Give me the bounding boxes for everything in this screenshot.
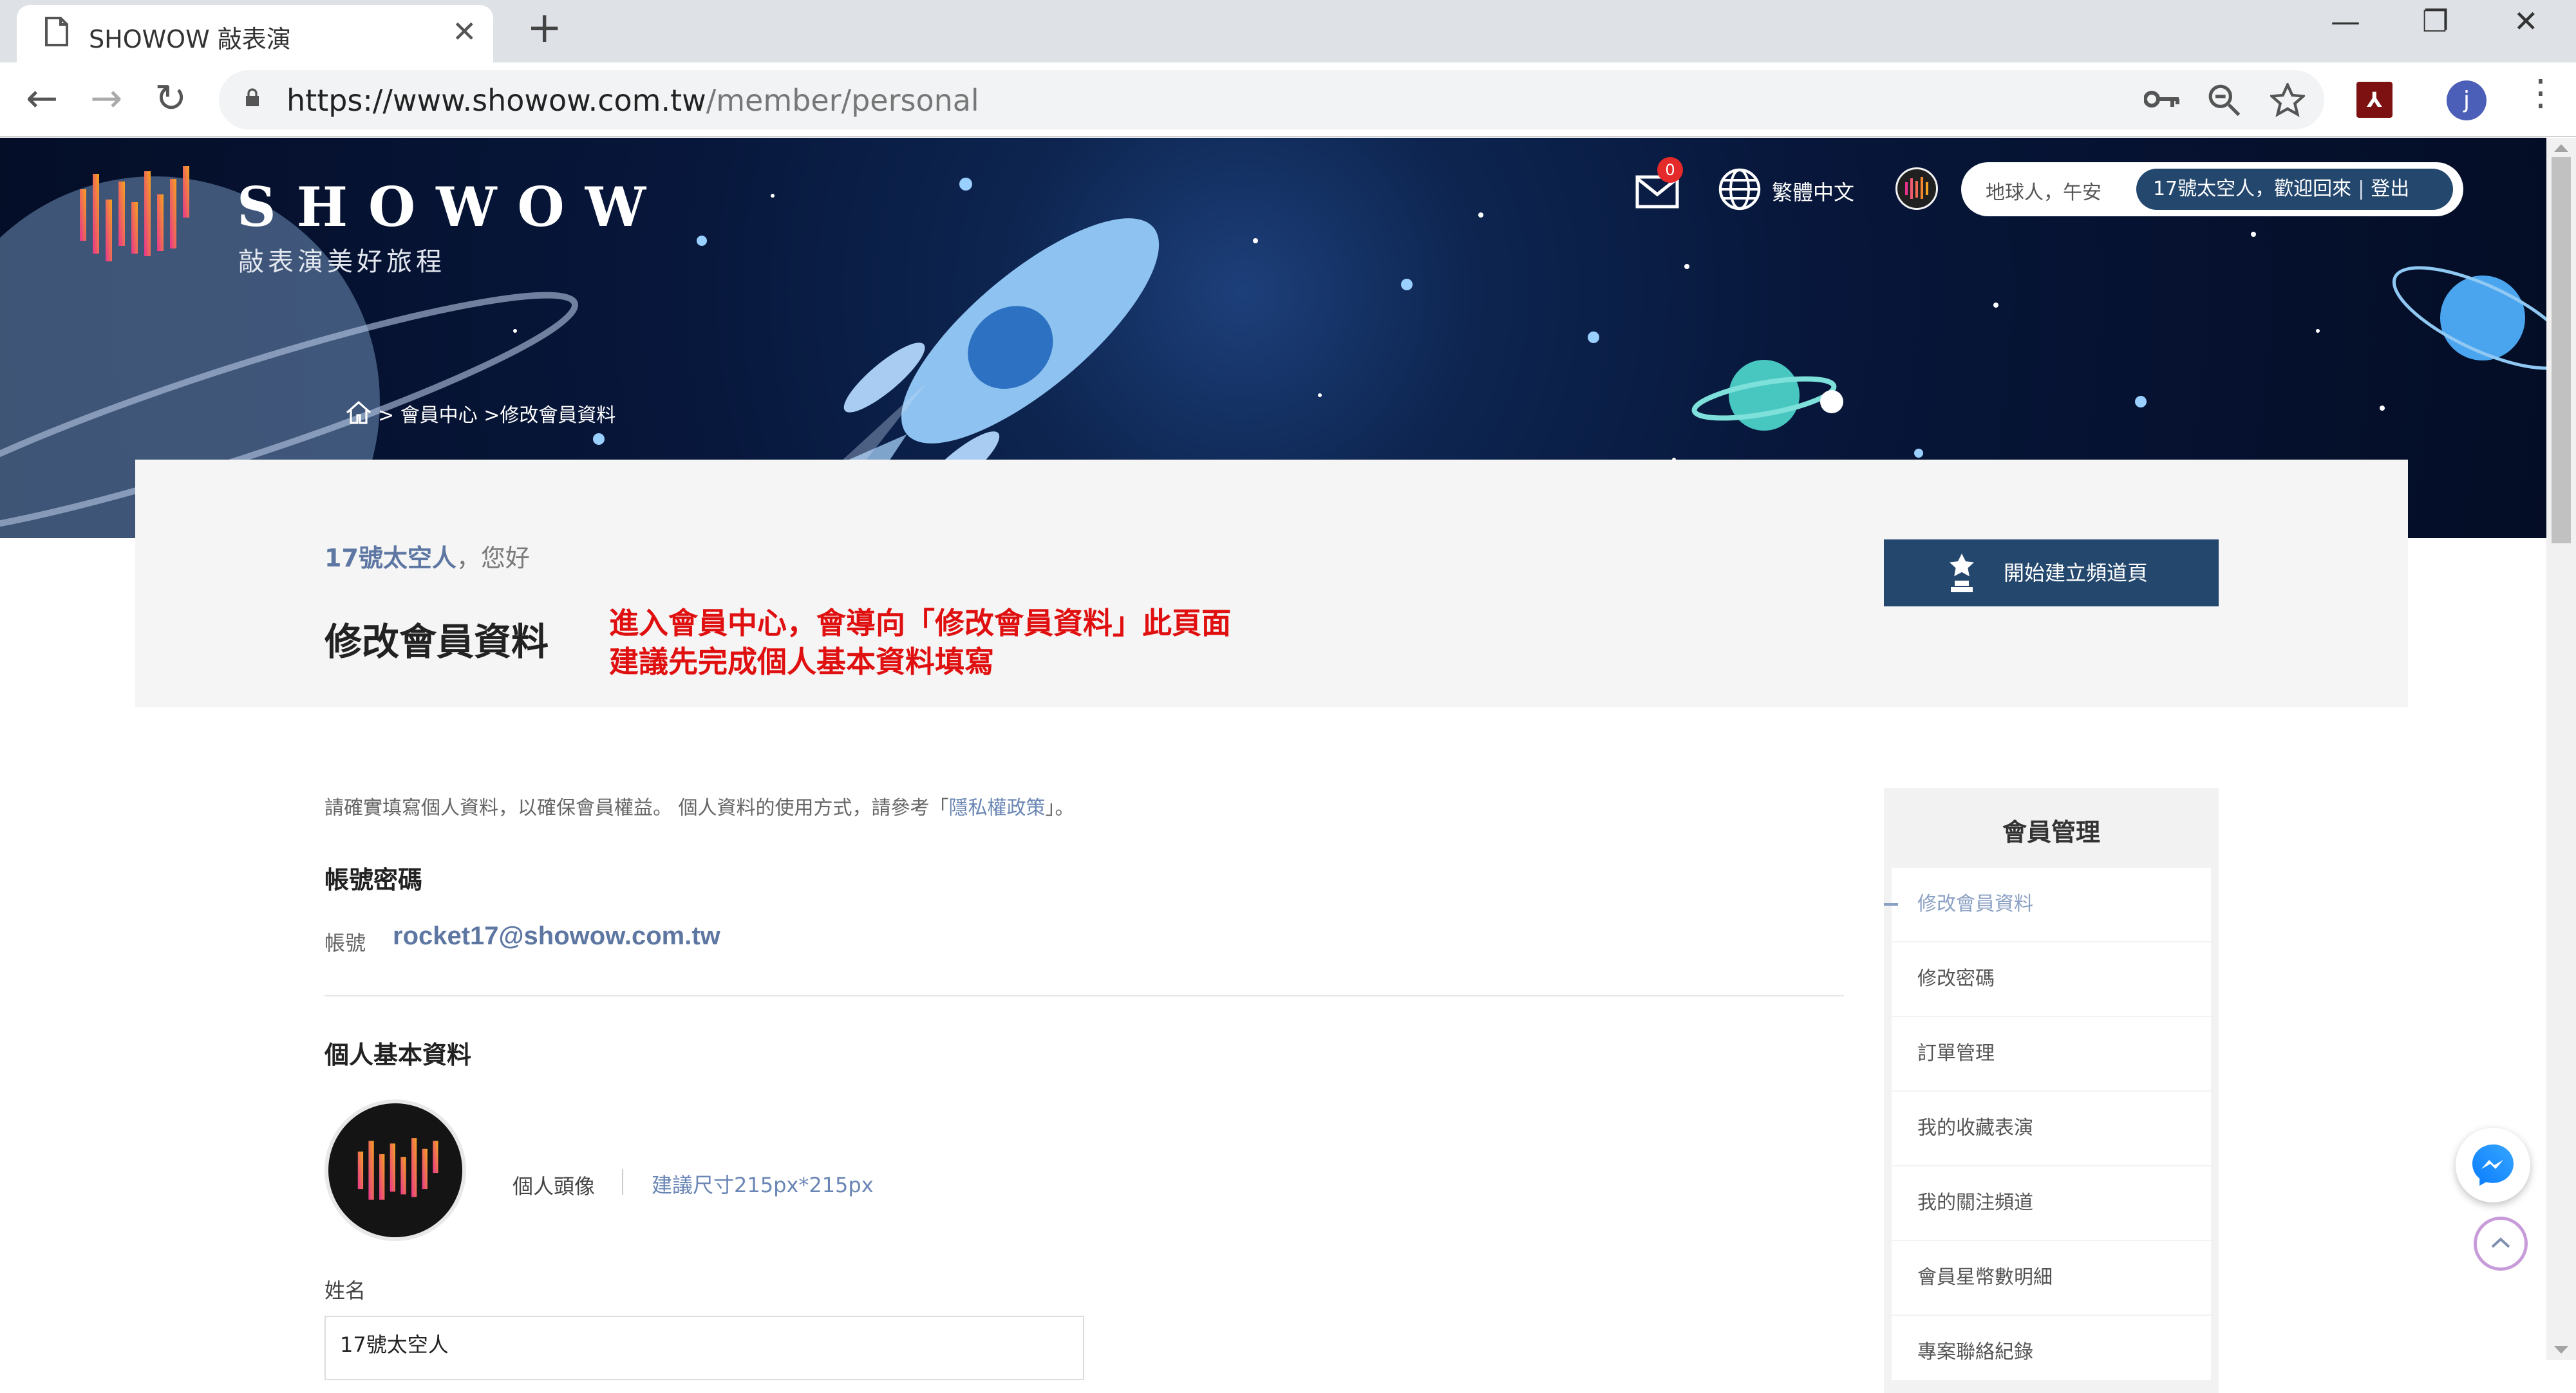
sidebar-item-star-coins[interactable]: 會員星幣數明細 [1892, 1241, 2211, 1314]
account-email: rocket17@showow.com.tw [393, 922, 720, 950]
pdf-extension-icon[interactable]: ⅄ [2356, 82, 2393, 118]
reload-icon[interactable]: ↻ [155, 79, 187, 118]
scroll-down-icon[interactable] [2554, 1346, 2568, 1354]
intro-text: 請確實填寫個人資料，以確保會員權益。 個人資料的使用方式，請參考「隱私權政策」。 [324, 792, 1075, 820]
separator [622, 1169, 623, 1195]
messenger-icon [2472, 1144, 2514, 1186]
privacy-policy-link[interactable]: 隱私權政策 [949, 797, 1046, 819]
hello-text: 17號太空人，您好 [324, 538, 530, 574]
sidebar-item-followed-channels[interactable]: 我的關注頻道 [1892, 1166, 2211, 1240]
forward-icon[interactable]: → [90, 79, 122, 118]
url-text: https://www.showow.com.tw/member/persona… [287, 83, 979, 118]
sidebar-item-change-password[interactable]: 修改密碼 [1892, 942, 2211, 1016]
page-title: 修改會員資料 [324, 620, 549, 664]
key-icon[interactable] [2144, 83, 2180, 115]
browser-tab-bar: SHOWOW 敲表演 ✕ + — ❐ ✕ [0, 0, 2576, 62]
intro-suffix: 」。 [1045, 797, 1075, 819]
minimize-icon[interactable]: — [2331, 4, 2360, 39]
annotation-line: 進入會員中心，會導向「修改會員資料」此頁面 [609, 606, 1231, 640]
separator: | [2358, 178, 2365, 200]
user-avatar-small[interactable] [1895, 167, 1938, 210]
sidebar-item-edit-profile[interactable]: 修改會員資料 [1884, 868, 2211, 941]
menu-icon[interactable]: ⋮ [2523, 75, 2559, 111]
personal-section-title: 個人基本資料 [324, 1041, 472, 1069]
close-window-icon[interactable]: ✕ [2514, 4, 2539, 39]
chevron-up-icon [2491, 1237, 2510, 1248]
create-channel-label: 開始建立頻道頁 [2004, 561, 2148, 585]
browser-toolbar: ← → ↻ https://www.showow.com.tw/member/p… [0, 62, 2576, 137]
profile-avatar-large[interactable] [324, 1099, 466, 1241]
home-icon[interactable] [344, 400, 373, 425]
mail-count-badge: 0 [1657, 157, 1683, 183]
name-input[interactable]: 17號太空人 [324, 1316, 1084, 1380]
account-label: 帳號 [324, 931, 366, 955]
breadcrumb-sep: > [378, 404, 395, 427]
intro-prefix: 請確實填寫個人資料，以確保會員權益。 個人資料的使用方式，請參考「 [324, 797, 949, 819]
messenger-chat-button[interactable] [2456, 1128, 2530, 1202]
brand-slogan: 敲表演美好旅程 [238, 247, 446, 277]
avatar-label: 個人頭像 [512, 1174, 596, 1199]
back-to-top-button[interactable] [2474, 1217, 2528, 1271]
address-bar[interactable]: https://www.showow.com.tw/member/persona… [219, 70, 2324, 129]
close-tab-icon[interactable]: ✕ [452, 14, 477, 49]
showow-logo-icon [357, 1138, 438, 1200]
brand-name[interactable]: SHOWOW [237, 175, 666, 239]
url-host: https://www.showow.com.tw [287, 83, 706, 118]
welcome-text: ，歡迎回來 [2255, 178, 2352, 200]
language-selector[interactable]: 繁體中文 [1772, 176, 1854, 206]
scroll-up-icon[interactable] [2554, 144, 2568, 152]
back-icon[interactable]: ← [26, 79, 58, 118]
user-welcome-bar: 17號太空人，歡迎回來 | 登出 [2136, 169, 2453, 210]
url-path: /member/personal [706, 83, 979, 118]
hello-suffix: ，您好 [456, 544, 530, 572]
section-divider [324, 995, 1844, 996]
restore-icon[interactable]: ❐ [2422, 4, 2449, 39]
showow-logo-icon [1905, 177, 1928, 199]
scrollbar-thumb[interactable] [2552, 157, 2571, 543]
sidebar-item-contact-records[interactable]: 專案聯絡紀錄 [1892, 1316, 2211, 1380]
breadcrumb-sep: > [484, 404, 500, 427]
breadcrumb-current: 修改會員資料 [500, 404, 616, 427]
breadcrumb: > 會員中心 >修改會員資料 [344, 399, 616, 427]
sidebar-title: 會員管理 [2002, 818, 2100, 846]
avatar-size-hint: 建議尺寸215px*215px [652, 1173, 874, 1197]
profile-avatar[interactable]: j [2447, 80, 2487, 120]
breadcrumb-member-center[interactable]: 會員中心 [400, 404, 478, 427]
new-tab-icon[interactable]: + [527, 6, 562, 49]
greeting-text: 地球人，午安 [1986, 182, 2101, 204]
account-section-title: 帳號密碼 [324, 866, 423, 894]
create-channel-button[interactable]: 開始建立頻道頁 [1884, 539, 2219, 606]
header-user-name[interactable]: 17號太空人 [2153, 178, 2255, 200]
browser-tab[interactable]: SHOWOW 敲表演 ✕ [17, 5, 493, 62]
showow-logo-icon [80, 166, 189, 261]
zoom-out-icon[interactable] [2207, 83, 2241, 117]
trophy-icon [1950, 554, 1974, 592]
name-label: 姓名 [324, 1278, 366, 1303]
sidebar-item-favorite-shows[interactable]: 我的收藏表演 [1892, 1092, 2211, 1165]
logout-link[interactable]: 登出 [2371, 178, 2409, 200]
tab-title: SHOWOW 敲表演 [89, 25, 291, 53]
hello-user-name: 17號太空人 [324, 544, 456, 572]
member-sidebar: 會員管理 修改會員資料 修改密碼 訂單管理 我的收藏表演 我的關注頻道 會員星幣… [1884, 788, 2219, 1393]
annotation-note: 進入會員中心，會導向「修改會員資料」此頁面 建議先完成個人基本資料填寫 [609, 604, 1231, 681]
globe-icon[interactable] [1718, 167, 1762, 211]
user-greeting-pill: 地球人，午安 17號太空人，歡迎回來 | 登出 [1961, 162, 2463, 216]
sidebar-item-orders[interactable]: 訂單管理 [1892, 1017, 2211, 1090]
page-icon [45, 17, 68, 46]
annotation-line: 建議先完成個人基本資料填寫 [609, 644, 994, 679]
star-icon[interactable] [2270, 83, 2305, 118]
page-scrollbar[interactable] [2546, 138, 2576, 1360]
lock-icon [246, 88, 259, 106]
